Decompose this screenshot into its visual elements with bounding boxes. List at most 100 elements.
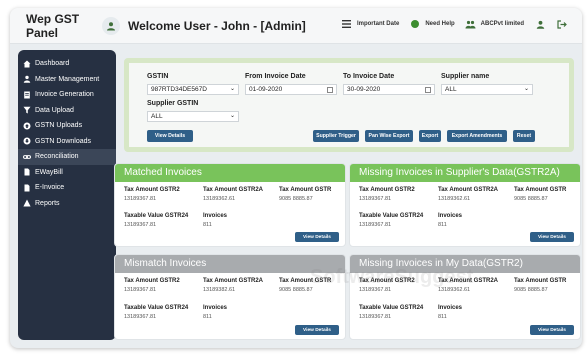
app-title: Wep GST Panel [26,11,80,40]
important-date-label: Important Date [356,21,400,27]
tax-gstr2-label: Tax Amount GSTR2 [124,278,180,284]
sidebar-item-label: GSTN Downloads [35,137,92,145]
view-details-button[interactable]: View Details [530,232,574,242]
profile-icon [534,18,546,30]
user-icon[interactable] [102,16,120,35]
company-selector[interactable]: ABCPvt limited [465,18,524,30]
sidebar-item-label: EWayBill [35,168,63,176]
logout-button[interactable] [556,18,568,30]
document-icon [23,91,31,99]
to-date-value: 30-09-2020 [347,86,381,93]
tax-gstr-label: Tax Amount GSTR [279,187,332,193]
tax-gstr2-value: 13189367.81 [124,196,157,202]
invoices-label: Invoices [203,213,228,219]
sidebar-item-ewaybill[interactable]: EWayBill [18,165,116,181]
sidebar-item-label: Master Management [35,75,100,83]
link-icon [23,153,31,161]
need-help-link[interactable]: Need Help [409,18,455,30]
invoices-label: Invoices [438,213,463,219]
card-title: Matched Invoices [115,164,345,182]
tax-gstr-value: 9085 8885.87 [279,196,313,202]
sidebar-item-label: Reconciliation [35,153,79,161]
sidebar-item-reconciliation[interactable]: Reconciliation [18,149,116,165]
taxable-value: 13189367.81 [124,222,157,228]
tax-gstr-label: Tax Amount GSTR [514,187,567,193]
sidebar-item-master-management[interactable]: Master Management [18,72,116,88]
tax-gstr2a-label: Tax Amount GSTR2A [203,278,264,284]
sidebar-item-label: Invoice Generation [35,91,94,99]
upload-icon [23,122,31,130]
tax-gstr2-label: Tax Amount GSTR2 [359,187,415,193]
export-button[interactable]: Export [419,130,441,142]
from-date-value: 01-09-2020 [249,86,283,93]
sidebar-item-invoice-generation[interactable]: Invoice Generation [18,87,116,103]
sidebar-item-gstn-uploads[interactable]: GSTN Uploads [18,118,116,134]
sidebar-item-data-upload[interactable]: Data Upload [18,103,116,119]
sidebar-item-e-invoice[interactable]: E-Invoice [18,180,116,196]
sidebar: Dashboard Master Management Invoice Gene… [18,50,116,340]
supplier-gstin-select[interactable]: ALL ⌄ [147,111,239,122]
help-icon [409,18,421,30]
tax-gstr2a-label: Tax Amount GSTR2A [203,187,264,193]
export-amendments-button[interactable]: Export Amendments [447,130,507,142]
sidebar-item-dashboard[interactable]: Dashboard [18,56,116,72]
to-date-label: To Invoice Date [343,73,395,80]
important-date-link[interactable]: Important Date [341,18,399,30]
download-icon [23,137,31,145]
top-bar: Wep GST Panel Welcome User - John - [Adm… [10,8,582,44]
taxable-value-label: Taxable Value GSTR24 [359,305,424,311]
tax-gstr2-value: 13189367.81 [124,287,157,293]
invoices-label: Invoices [203,305,228,311]
chevron-down-icon: ⌄ [523,86,529,92]
from-date-input[interactable]: 01-09-2020 [245,84,337,95]
invoices-label: Invoices [438,305,463,311]
sidebar-item-gstn-downloads[interactable]: GSTN Downloads [18,134,116,150]
tax-gstr2a-value: 13189362.61 [203,196,236,202]
view-details-button[interactable]: View Details [295,232,339,242]
gstin-select[interactable]: 987RTD34DE567D ⌄ [147,84,239,95]
app-window: Wep GST Panel Welcome User - John - [Adm… [10,8,582,348]
sidebar-item-label: Data Upload [35,106,74,114]
calendar-icon [327,87,333,93]
need-help-label: Need Help [425,21,455,27]
gstin-label: GSTIN [147,73,169,80]
reset-button[interactable]: Reset [513,130,535,142]
chevron-down-icon: ⌄ [229,86,235,92]
profile-button[interactable] [534,18,546,30]
tax-gstr-value: 9085 8885.87 [279,287,313,293]
file-icon [23,184,31,192]
invoices-count: 811 [438,222,447,228]
taxable-value: 13189367.81 [124,314,157,320]
filter-icon [23,106,31,114]
sidebar-item-label: Reports [35,199,60,207]
sidebar-item-reports[interactable]: Reports [18,196,116,212]
view-details-button[interactable]: View Details [295,325,339,335]
supplier-name-select[interactable]: ALL ⌄ [441,84,533,95]
taxable-value-label: Taxable Value GSTR24 [124,213,189,219]
missing-supplier-invoices-card: Missing Invoices in Supplier's Data(GSTR… [349,163,581,247]
supplier-name-value: ALL [445,86,457,93]
taxable-value: 13189367.81 [359,222,392,228]
taxable-value: 13189367.81 [359,314,392,320]
view-details-button[interactable]: View Details [530,325,574,335]
invoices-count: 811 [203,314,212,320]
tax-gstr-value: 9085 8885.87 [514,196,548,202]
supplier-gstin-label: Supplier GSTIN [147,100,199,107]
from-date-label: From Invoice Date [245,73,306,80]
filter-panel: GSTIN 987RTD34DE567D ⌄ From Invoice Date… [124,58,574,152]
supplier-gstin-value: ALL [151,113,163,120]
pan-wise-export-button[interactable]: Pan Wise Export [365,130,413,142]
user-icon [23,75,31,84]
supplier-name-label: Supplier name [441,73,490,80]
card-title: Missing Invoices in Supplier's Data(GSTR… [350,164,580,182]
invoices-count: 811 [438,314,447,320]
sidebar-item-label: GSTN Uploads [35,122,83,130]
home-icon [23,60,31,68]
to-date-input[interactable]: 30-09-2020 [343,84,435,95]
group-icon [465,18,477,30]
company-label: ABCPvt limited [480,21,524,27]
sidebar-item-label: Dashboard [35,60,70,68]
supplier-trigger-button[interactable]: Supplier Trigger [313,130,359,142]
file-icon [23,168,31,176]
view-details-button[interactable]: View Details [147,130,193,142]
